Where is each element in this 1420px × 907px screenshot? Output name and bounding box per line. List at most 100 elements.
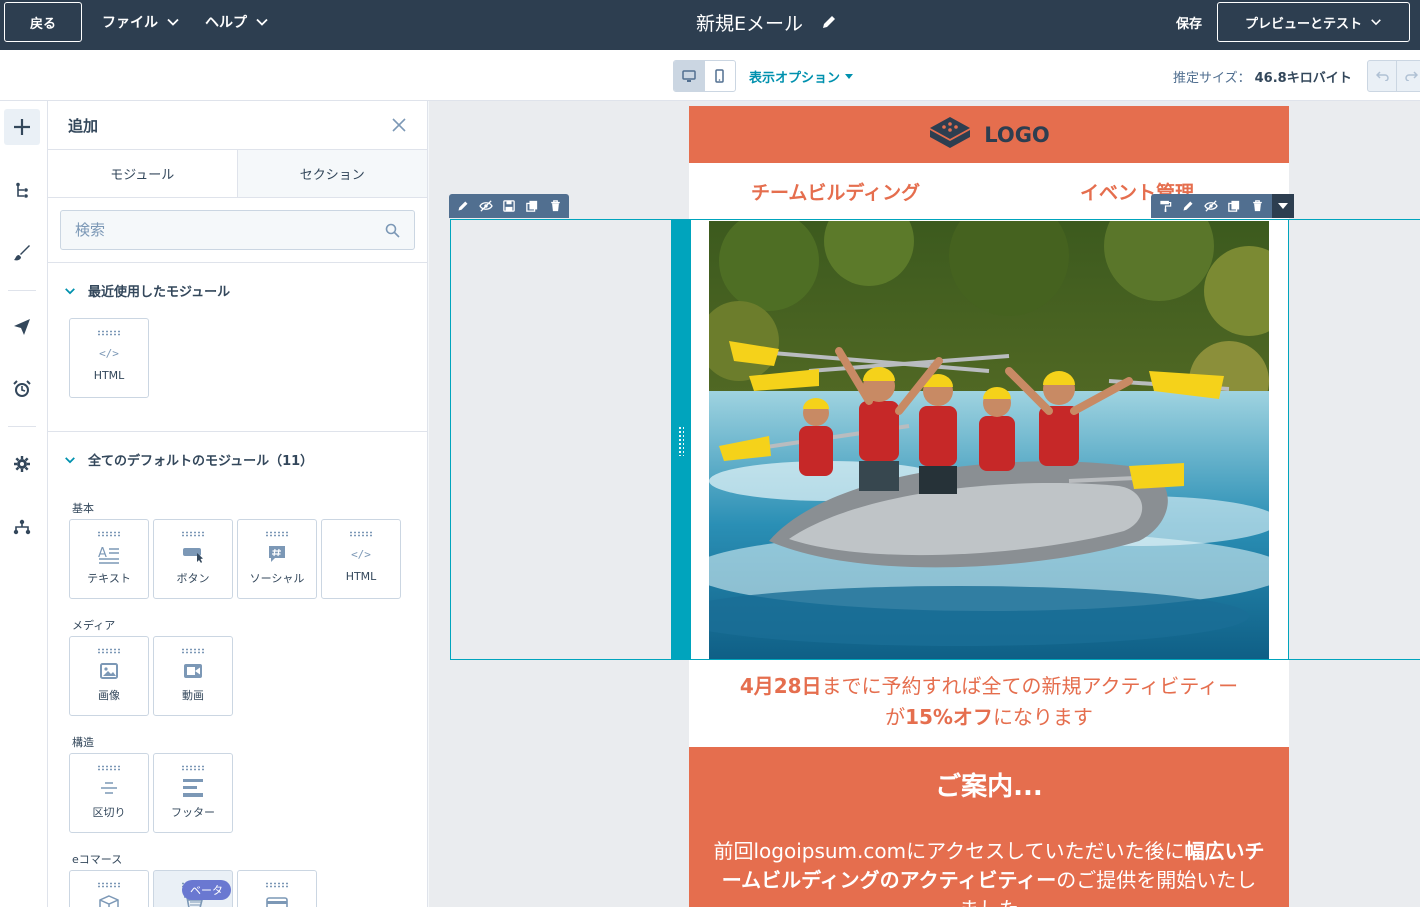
contents-rail-button[interactable] [4,172,40,208]
social-icon [267,543,287,565]
module-card-html[interactable]: </> HTML [321,519,401,599]
section-delete-button[interactable] [545,196,565,216]
add-panel-header: 追加 [48,101,427,150]
nav-link-team-building[interactable]: チームビルディング [751,178,920,205]
redo-button[interactable] [1397,61,1420,91]
module-card-html-recent[interactable]: </> HTML [69,318,149,398]
undo-redo-group [1367,60,1420,92]
file-menu[interactable]: ファイル [102,0,180,44]
logo-text: LOGO [984,122,1050,147]
promo-line-1: 4月28日までに予約すれば全ての新規アクティビティー [689,671,1289,702]
paper-plane-icon [14,319,30,335]
alarm-clock-icon [13,380,31,397]
info-body-pre: 前回logoipsum.comにアクセスしていただいた後に [713,839,1185,863]
button-icon [182,543,204,565]
recent-modules-title: 最近使用したモジュール [88,285,231,300]
undo-icon [1375,71,1389,81]
section-clone-button[interactable] [522,196,542,216]
mobile-view-button[interactable] [705,61,736,91]
module-card-cart[interactable]: ベータ [153,870,233,907]
email-title-area: 新規Eメール [696,0,837,44]
module-card-image[interactable]: 画像 [69,636,149,716]
module-card-payment[interactable] [237,870,317,907]
hero-image[interactable] [709,221,1269,659]
text-icon: A [98,543,120,565]
info-body: 前回logoipsum.comにアクセスしていただいた後に幅広いチームビルディン… [713,837,1265,907]
back-button[interactable]: 戻る [4,2,82,42]
section-save-button[interactable] [499,196,519,216]
module-group-basic: A テキスト ボタン ソーシャル </> HTML [48,519,427,599]
module-card-divider[interactable]: 区切り [69,753,149,833]
code-icon: </> [351,547,371,561]
email-title[interactable]: 新規Eメール [696,9,803,36]
eye-slash-icon [479,200,493,212]
module-toolbar [1151,194,1294,218]
drag-handle [265,882,289,888]
section-edit-button[interactable] [453,196,473,216]
view-options-dropdown[interactable]: 表示オプション [749,60,854,92]
workflow-rail-button[interactable] [4,509,40,545]
module-edit-button[interactable] [1178,196,1198,216]
plus-icon [14,119,30,135]
drag-handle [97,765,121,771]
gear-icon [14,456,30,472]
tree-structure-icon [16,182,28,198]
module-card-product[interactable] [69,870,149,907]
desktop-icon [682,69,696,82]
module-more-dropdown[interactable] [1272,194,1294,218]
estimated-size-value: 46.8キロバイト [1254,70,1352,86]
promo-date: 4月28日 [739,674,822,698]
tab-sections[interactable]: セクション [237,150,427,197]
logo-icon [930,116,971,148]
help-menu[interactable]: ヘルプ [205,0,269,44]
section-toolbar [449,194,569,218]
module-clone-button[interactable] [1224,196,1244,216]
module-card-button[interactable]: ボタン [153,519,233,599]
schedule-rail-button[interactable] [4,371,40,407]
code-icon: </> [99,346,119,360]
recent-modules-header[interactable]: 最近使用したモジュール [48,263,427,318]
top-bar: 戻る ファイル ヘルプ 新規Eメール 保存 プレビューとテスト [0,0,1420,50]
logo-header[interactable]: LOGO [689,106,1289,163]
module-delete-button[interactable] [1247,196,1267,216]
module-card-video[interactable]: 動画 [153,636,233,716]
module-card-footer[interactable]: フッター [153,753,233,833]
hierarchy-icon [13,519,31,535]
trash-icon [550,200,560,212]
search-input[interactable] [75,221,355,239]
save-button[interactable]: 保存 [1176,0,1202,44]
module-card-social[interactable]: ソーシャル [237,519,317,599]
drag-handle [97,648,121,654]
group-label-basic: 基本 [72,502,94,515]
send-rail-button[interactable] [4,309,40,345]
all-default-modules-header[interactable]: 全てのデフォルトのモジュール（11） [48,432,427,487]
settings-rail-button[interactable] [4,446,40,482]
preview-and-test-button[interactable]: プレビューとテスト [1217,2,1410,42]
module-group-ecommerce: ベータ [48,870,427,907]
add-panel: 追加 モジュール セクション 最近使用したモジュール </> HTML 全てのデ… [48,101,428,907]
undo-button[interactable] [1368,61,1398,91]
desktop-view-button[interactable] [674,61,705,91]
caret-down-icon [845,73,854,79]
left-rail [0,101,48,907]
pencil-icon [458,201,468,211]
close-icon[interactable] [391,117,407,133]
section-hide-button[interactable] [476,196,496,216]
divider-icon [99,777,119,799]
design-rail-button[interactable] [4,235,40,271]
module-card-label: 区切り [92,806,126,819]
group-label-media: メディア [72,619,116,632]
info-section[interactable]: ご案内... 前回logoipsum.comにアクセスしていただいた後に幅広いチ… [689,747,1289,907]
pencil-edit-icon[interactable] [821,14,837,30]
module-card-text[interactable]: A テキスト [69,519,149,599]
promo-text[interactable]: 4月28日までに予約すれば全ての新規アクティビティー が15%オフになります [689,671,1289,733]
add-rail-button[interactable] [4,109,40,145]
module-group-structure: 区切り フッター [48,753,427,833]
copy-icon [1228,200,1240,212]
module-hide-button[interactable] [1201,196,1221,216]
redo-icon [1405,71,1418,81]
module-style-button[interactable] [1155,196,1175,216]
module-card-label: HTML [345,570,377,583]
tab-modules[interactable]: モジュール [48,150,238,197]
eye-slash-icon [1204,200,1218,212]
